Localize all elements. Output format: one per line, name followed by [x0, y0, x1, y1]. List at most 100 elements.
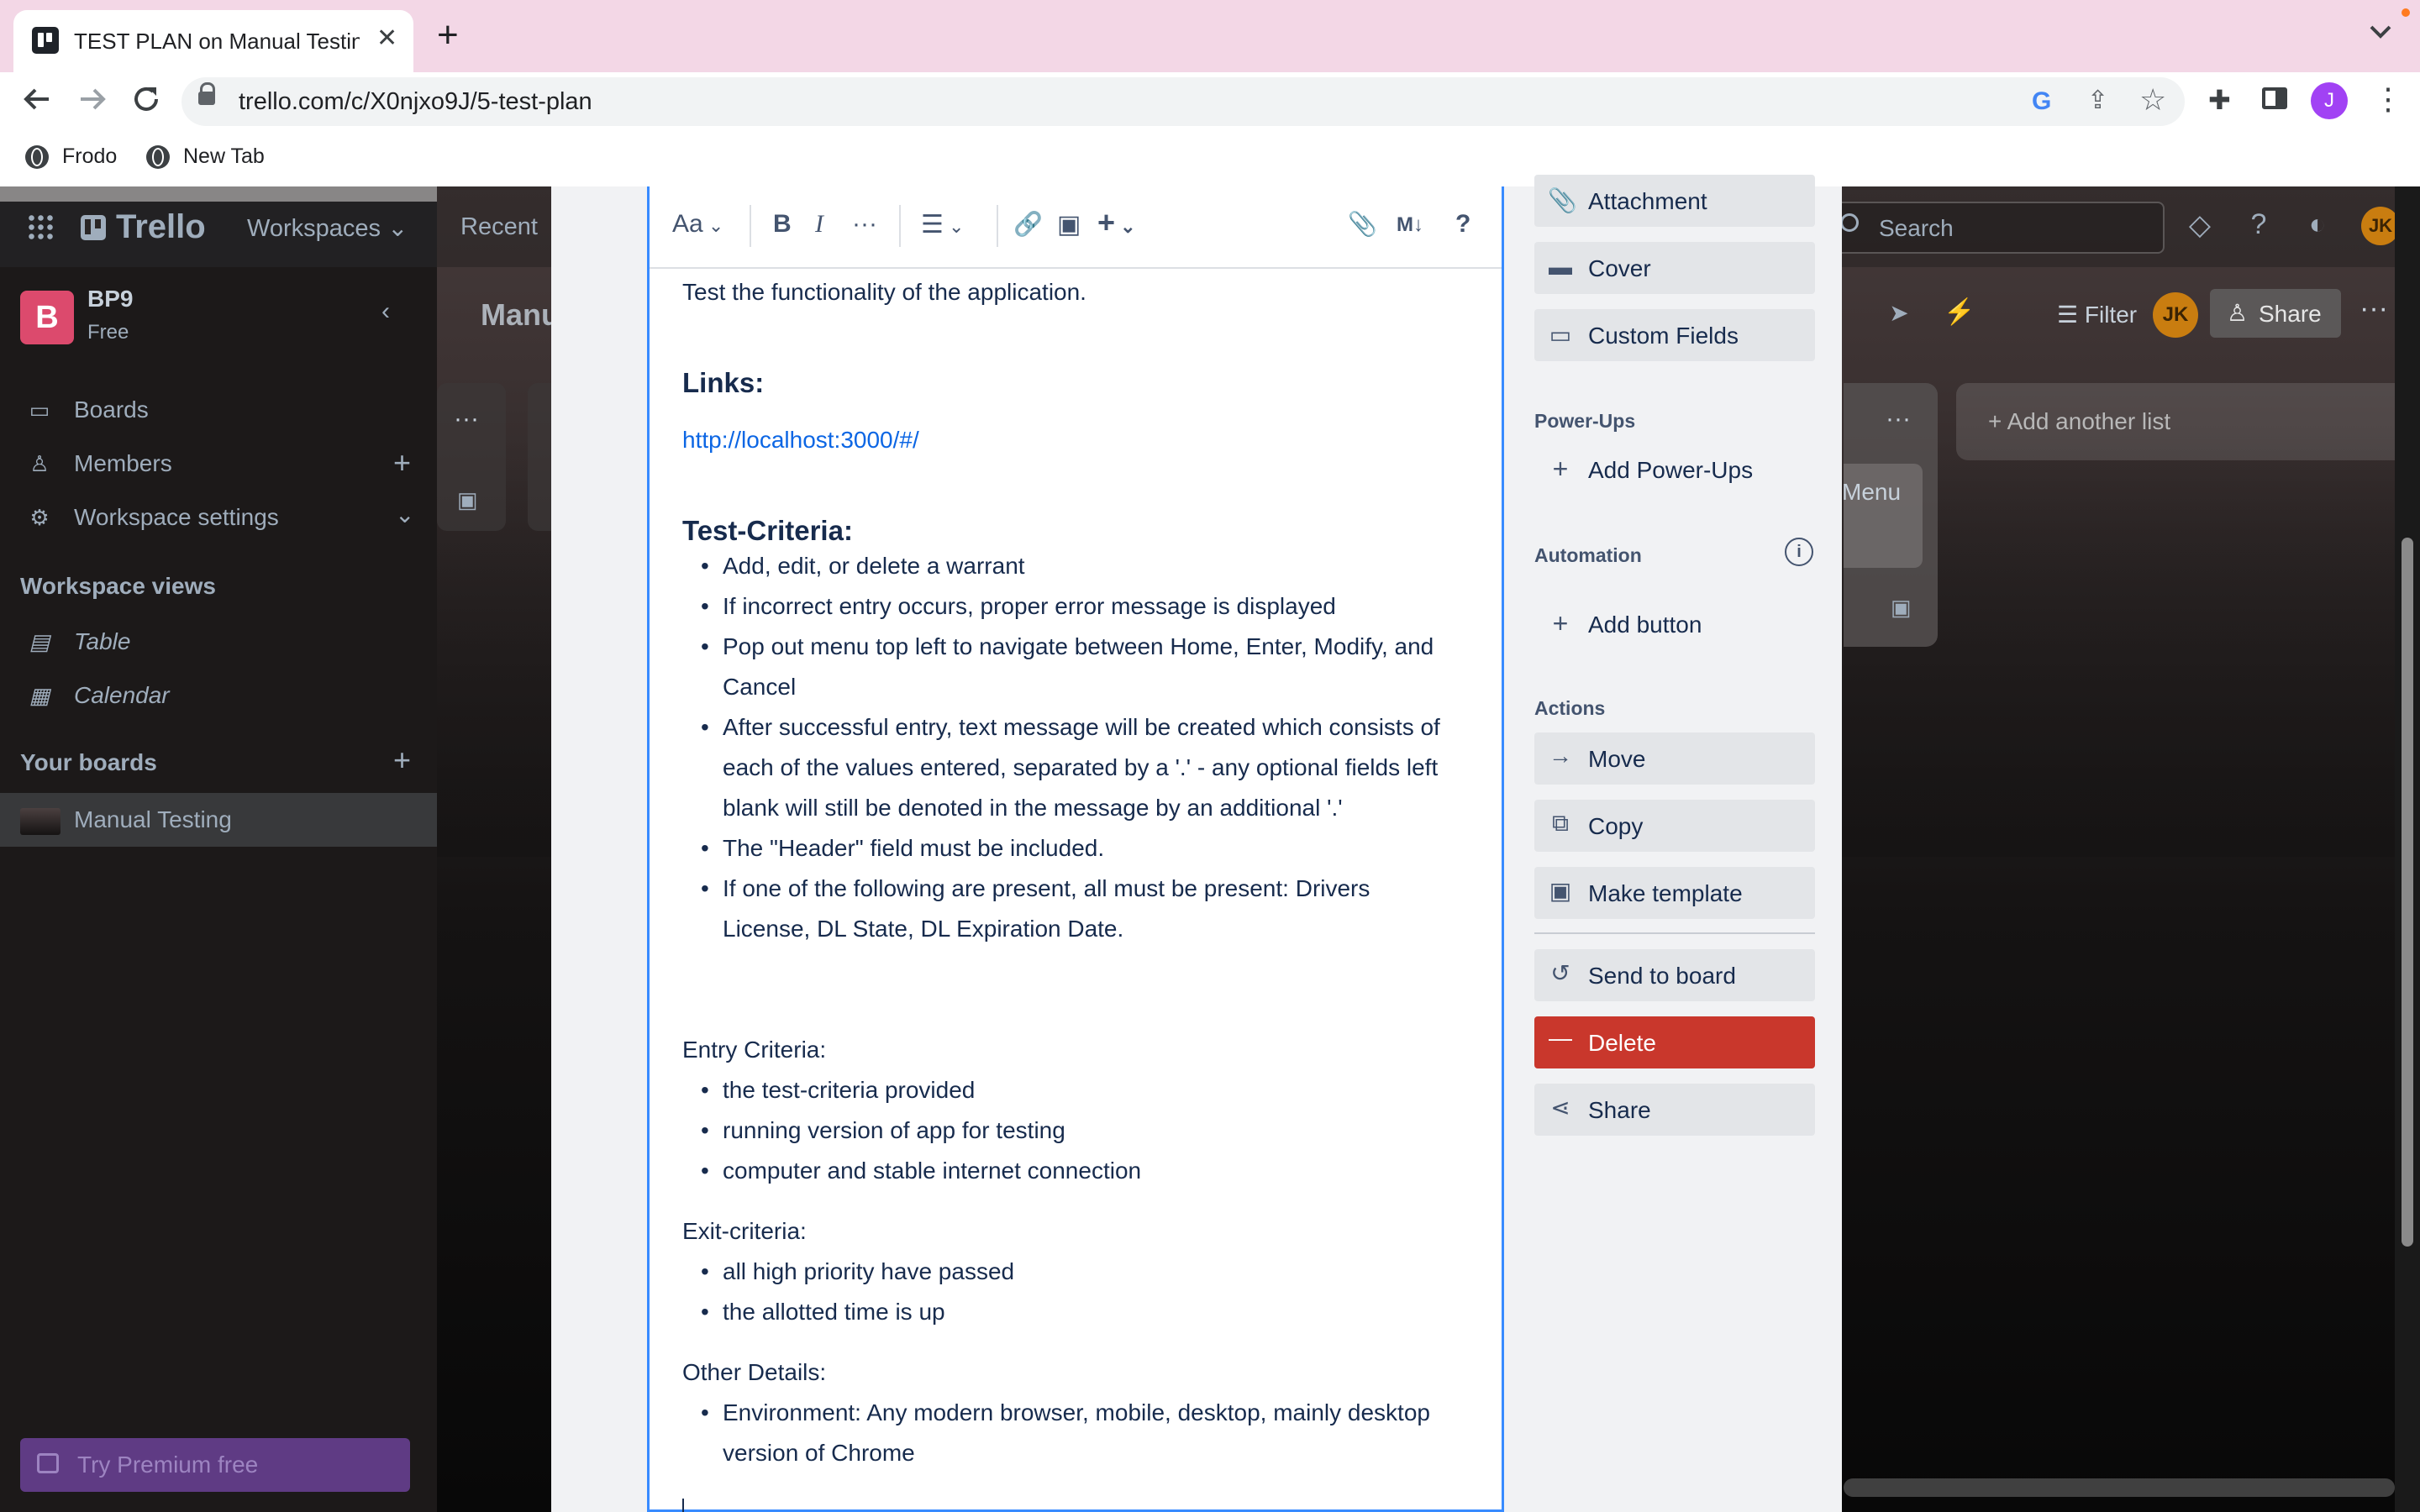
list-item: Add, edit, or delete a warrant [701, 546, 1479, 586]
card-template-icon[interactable]: ▣ [1891, 595, 1912, 621]
announcements-icon[interactable]: ◇ [2183, 208, 2217, 242]
collapse-sidebar-icon[interactable]: ‹ [381, 297, 390, 326]
text-caret [682, 1499, 684, 1512]
cover-icon: ▬ [1549, 254, 1572, 280]
workspace-badge[interactable]: B [20, 291, 74, 344]
bullet-list-button[interactable]: ☰ ⌄ [921, 210, 964, 239]
back-button[interactable] [20, 82, 54, 123]
share-page-icon[interactable]: ⇪ [2087, 86, 2108, 115]
list-menu-icon[interactable]: ··· [454, 405, 479, 433]
try-premium-label: Try Premium free [77, 1452, 259, 1478]
board-title[interactable]: Manu [481, 297, 560, 333]
workspace-name[interactable]: BP9 [87, 286, 133, 312]
insert-button[interactable]: + ⌄ [1097, 205, 1136, 240]
workspaces-label: Workspaces [247, 215, 381, 242]
google-lens-icon[interactable]: G [2032, 87, 2051, 116]
list-item: computer and stable internet connection [701, 1151, 1479, 1191]
plus-icon[interactable]: + [1548, 454, 1573, 485]
new-tab-button[interactable]: + [437, 17, 459, 54]
forward-button[interactable] [76, 82, 109, 123]
sidebar-item-members[interactable]: ♙ Members [27, 450, 171, 477]
bookmark-frodo[interactable]: Frodo [25, 144, 117, 169]
sidebar-item-calendar[interactable]: ▦ Calendar [27, 682, 170, 709]
more-formatting-button[interactable]: ··· [852, 210, 877, 239]
board-thumbnail [20, 808, 60, 835]
chevron-down-icon: ⌄ [1115, 216, 1136, 237]
help-icon[interactable]: ? [2242, 208, 2275, 242]
workspaces-menu[interactable]: Workspaces ⌄ [247, 213, 408, 243]
sidebar-item-boards[interactable]: ▭ Boards [27, 396, 149, 423]
share-icon: ⋖ [1550, 1095, 1570, 1121]
actions-heading: Actions [1534, 697, 1606, 719]
trello-favicon-icon [32, 27, 59, 54]
automation-bolt-icon[interactable]: ⚡ [1943, 297, 1976, 331]
theme-contrast-icon[interactable]: ◐ [2301, 208, 2334, 242]
workspace-views-heading: Workspace views [20, 573, 216, 599]
cover-button[interactable] [1534, 242, 1815, 294]
side-panel-icon[interactable] [2262, 87, 2287, 109]
page-scrollbar-thumb[interactable] [2402, 538, 2413, 1247]
chevron-down-icon[interactable]: ⌄ [395, 501, 414, 528]
filter-button[interactable]: ☰ Filter [2057, 301, 2137, 328]
attachment-icon[interactable]: 📎 [1348, 210, 1377, 238]
help-icon[interactable]: ? [1455, 210, 1470, 239]
attachment-label: Attachment [1588, 188, 1707, 214]
power-ups-heading: Power-Ups [1534, 410, 1636, 432]
list-item: the test-criteria provided [701, 1070, 1479, 1110]
move-button[interactable] [1534, 732, 1815, 785]
sidebar-item-workspace-settings[interactable]: ⚙ Workspace settings [27, 504, 278, 531]
browser-menu-icon[interactable]: ⋮ [2373, 81, 2403, 118]
card-template-icon[interactable]: ▣ [457, 487, 478, 513]
links-heading: Links: [682, 367, 765, 398]
list-item: all high priority have passed [701, 1252, 1479, 1292]
share-card-button[interactable] [1534, 1084, 1815, 1136]
copy-button[interactable] [1534, 800, 1815, 852]
text-style-button[interactable]: Aa ⌄ [672, 210, 723, 239]
tab-search-chevron-icon[interactable] [2368, 24, 2393, 45]
localhost-link[interactable]: http://localhost:3000/#/ [682, 420, 919, 460]
list-item: running version of app for testing [701, 1110, 1479, 1151]
workspace-plan: Free [87, 321, 129, 344]
board-horizontal-scrollbar[interactable] [1844, 1478, 2395, 1497]
list-menu-icon[interactable]: ··· [1886, 405, 1911, 433]
list-partial[interactable] [528, 383, 553, 531]
lock-icon[interactable] [198, 82, 215, 106]
add-board-icon[interactable]: + [393, 743, 411, 778]
sidebar-item-table[interactable]: ▤ Table [27, 628, 131, 655]
image-icon[interactable]: ▣ [1057, 210, 1081, 239]
url-text[interactable]: trello.com/c/X0njxo9J/5-test-plan [239, 88, 592, 116]
premium-briefcase-icon [37, 1453, 59, 1473]
send-icon[interactable]: ➤ [1882, 299, 1916, 333]
custom-fields-label: Custom Fields [1588, 323, 1739, 349]
delete-button[interactable] [1534, 1016, 1815, 1068]
markdown-icon[interactable]: M↓ [1397, 213, 1423, 237]
italic-button[interactable]: I [815, 210, 823, 239]
add-power-ups-button[interactable]: Add Power-Ups [1588, 457, 1753, 484]
bookmark-star-icon[interactable]: ☆ [2139, 82, 2166, 118]
person-add-icon: ♙ [2227, 300, 2249, 326]
board-member-avatar[interactable]: JK [2153, 292, 2198, 338]
browser-tab-active[interactable]: TEST PLAN on Manual Testing | Trello ✕ [13, 10, 413, 72]
board-icon: ▭ [29, 396, 50, 423]
list-item: If one of the following are present, all… [701, 869, 1445, 949]
trello-logo[interactable]: Trello [81, 208, 206, 246]
info-icon[interactable]: i [1785, 538, 1813, 566]
other-details-heading: Other Details: [682, 1359, 827, 1385]
add-member-icon[interactable]: + [393, 445, 411, 480]
extensions-puzzle-icon[interactable]: ✚ [2208, 84, 2231, 116]
board-menu-icon[interactable]: ··· [2360, 292, 2388, 325]
copy-icon: ⧉ [1552, 810, 1569, 836]
globe-icon [146, 144, 170, 169]
plus-icon[interactable]: + [1548, 608, 1573, 639]
close-tab-icon[interactable]: ✕ [376, 24, 397, 53]
link-icon[interactable]: 🔗 [1013, 210, 1043, 238]
bookmark-new-tab[interactable]: New Tab [146, 144, 265, 169]
app-switcher-icon[interactable] [27, 213, 54, 240]
reload-button[interactable] [129, 81, 163, 125]
bold-button[interactable]: B [773, 210, 792, 239]
add-button-button[interactable]: Add button [1588, 612, 1702, 638]
cover-label: Cover [1588, 255, 1651, 281]
recent-menu[interactable]: Recent [460, 213, 538, 241]
profile-avatar[interactable]: J [2311, 82, 2348, 119]
description-intro: Test the functionality of the applicatio… [682, 279, 1086, 305]
